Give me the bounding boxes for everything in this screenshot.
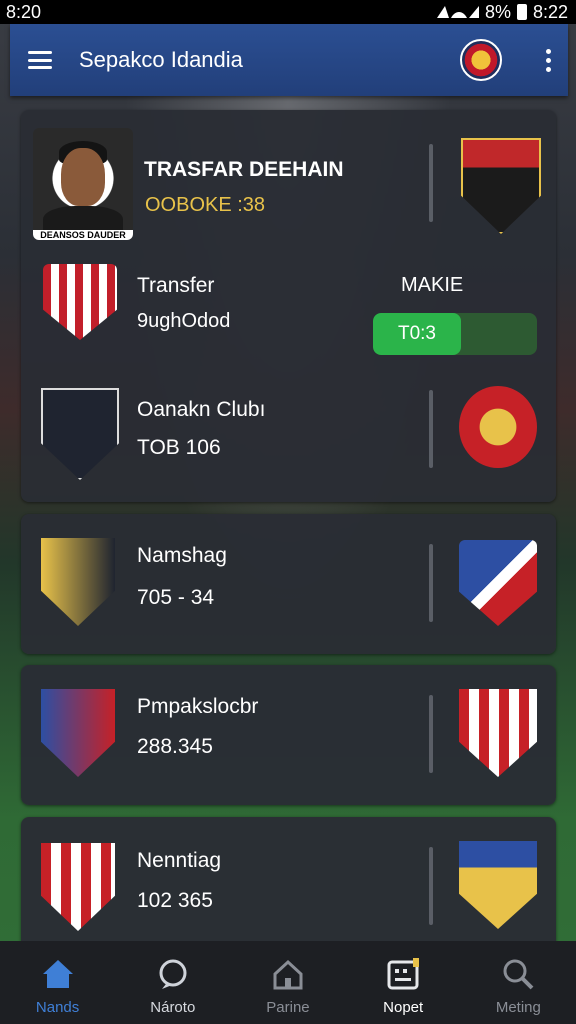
house-outline-icon: [271, 957, 305, 991]
search-icon: [501, 957, 535, 991]
nav-label: Meting: [495, 999, 541, 1016]
toggle-value: T0:3: [373, 313, 461, 355]
status-icons: 8% 8:22: [435, 2, 576, 23]
report-icon: [386, 957, 420, 991]
row-name: Namshag: [137, 544, 227, 567]
battery-icon: [516, 4, 527, 20]
row-player-photo: [41, 388, 119, 480]
transfer-club-crest: [43, 264, 117, 340]
hamburger-icon: [28, 51, 52, 69]
nav-item-nopet[interactable]: Nopet: [346, 941, 461, 1024]
row-player-photo: [41, 538, 115, 626]
app-bar: Sepakco Idandia: [10, 24, 568, 96]
row-club-logo[interactable]: [459, 689, 537, 777]
make-label: MAKIE: [401, 274, 464, 296]
nav-item-meting[interactable]: Meting: [461, 941, 576, 1024]
home-icon: [41, 957, 75, 991]
status-time: 8:20: [6, 1, 42, 22]
row-name: Nenntiag: [137, 849, 222, 872]
featured-subtitle: OOBOKE :38: [145, 194, 266, 216]
row-value: 102 365: [137, 889, 213, 912]
transfer-value: 9ughOdod: [137, 310, 231, 332]
nav-label: Nopet: [383, 999, 424, 1016]
row-club-logo[interactable]: [459, 540, 537, 626]
row-player-photo: [41, 843, 115, 931]
nav-item-naroto[interactable]: Nároto: [115, 941, 230, 1024]
transfer-toggle[interactable]: T0:3: [373, 313, 537, 355]
player-card[interactable]: Pmpakslocbr 288.345: [21, 665, 556, 805]
nav-label: Nands: [35, 999, 80, 1016]
status-clock: 8:22: [532, 1, 568, 22]
row-name: Oanakn Clubı: [137, 398, 266, 421]
row-value: TOB 106: [137, 436, 221, 459]
nav-item-nands[interactable]: Nands: [0, 941, 115, 1024]
battery-percent: 8%: [484, 1, 511, 22]
menu-button[interactable]: [10, 24, 70, 96]
signal-icon: [436, 6, 479, 18]
club-logo[interactable]: [460, 39, 502, 81]
row-club-logo[interactable]: [459, 841, 537, 929]
featured-club-crest[interactable]: [461, 138, 541, 234]
row-club-logo[interactable]: [459, 386, 537, 468]
nav-label: Nároto: [150, 999, 196, 1016]
divider: [429, 390, 433, 468]
row-name: Pmpakslocbr: [137, 695, 259, 718]
divider: [429, 847, 433, 925]
divider: [429, 695, 433, 773]
app-title: Sepakco Idandia: [79, 47, 243, 72]
status-bar: 8:20 8% 8:22: [0, 0, 576, 24]
player-card[interactable]: Nenntiag 102 365: [21, 817, 556, 957]
featured-title: TRASFAR DEEHAIN: [144, 158, 344, 181]
nav-label: Parine: [266, 999, 310, 1016]
chat-icon: [156, 957, 190, 991]
player-caption: DEANSOS DAUDER: [33, 230, 133, 240]
featured-player-photo: DEANSOS DAUDER: [33, 128, 133, 240]
featured-card[interactable]: DEANSOS DAUDER TRASFAR DEEHAIN OOBOKE :3…: [21, 110, 556, 502]
row-value: 705 - 34: [137, 586, 215, 609]
transfer-label: Transfer: [137, 274, 215, 297]
bottom-nav: Nands Nároto Parine Nopet Meting: [0, 941, 576, 1024]
more-options-icon[interactable]: [528, 24, 568, 96]
row-value: 288.345: [137, 735, 213, 758]
player-card[interactable]: Namshag 705 - 34: [21, 514, 556, 654]
divider: [429, 144, 433, 222]
nav-item-parine[interactable]: Parine: [230, 941, 345, 1024]
row-player-photo: [41, 689, 115, 777]
divider: [429, 544, 433, 622]
